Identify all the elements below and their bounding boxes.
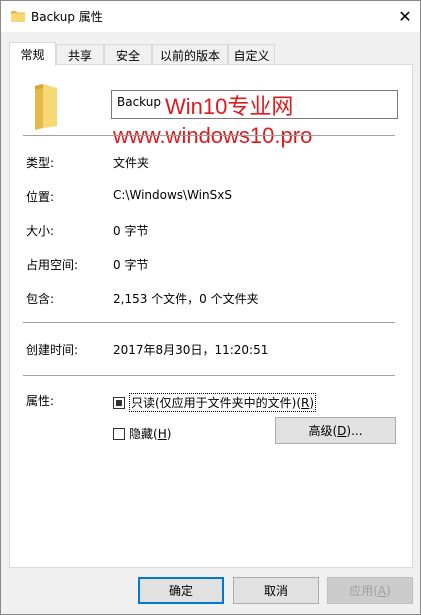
size-label: 大小: [26,224,55,238]
ok-button[interactable]: 确定 [138,577,224,604]
created-value: 2017年8月30日，11:20:51 [113,343,269,357]
divider [23,322,395,323]
advanced-button[interactable]: 高级(D)... [275,417,396,444]
hidden-checkbox[interactable]: 隐藏(H) [113,425,171,442]
attributes-label: 属性: [26,394,55,408]
contains-label: 包含: [26,292,55,306]
size-value: 0 字节 [113,224,149,238]
folder-icon [11,11,25,22]
tab-sharing[interactable]: 共享 [56,44,104,65]
apply-button[interactable]: 应用(A) [327,577,413,604]
tab-customize[interactable]: 自定义 [228,44,275,65]
watermark-url: www.windows10.pro [113,123,313,148]
tab-general[interactable]: 常规 [9,42,56,66]
contains-value: 2,153 个文件，0 个文件夹 [113,292,259,306]
location-label: 位置: [26,190,55,204]
divider [23,135,395,136]
type-value: 文件夹 [113,156,150,170]
tab-previous-versions[interactable]: 以前的版本 [152,44,228,65]
watermark-text: Win10专业网 [165,94,294,119]
general-panel: Backup Win10专业网 www.windows10.pro 类型: 文件… [9,64,413,568]
title-bar[interactable]: Backup 属性 ✕ [1,1,420,32]
readonly-checkbox[interactable]: 只读(仅应用于文件夹中的文件)(R) [113,393,317,412]
checkbox-unchecked-icon [113,427,125,440]
close-icon: ✕ [398,7,412,26]
divider [23,375,395,376]
size-on-disk-value: 0 字节 [113,258,149,272]
created-label: 创建时间: [26,343,79,357]
tab-security[interactable]: 安全 [104,44,152,65]
checkbox-indeterminate-icon [113,396,125,409]
window-title: Backup 属性 [31,10,103,24]
location-value: C:\Windows\WinSxS [113,188,232,202]
folder-icon [35,84,57,130]
properties-dialog: Backup 属性 ✕ 常规 共享 安全 以前的版本 自定义 Backup Wi… [0,0,421,615]
size-on-disk-label: 占用空间: [26,258,79,272]
cancel-button[interactable]: 取消 [233,577,319,604]
close-button[interactable]: ✕ [390,1,420,32]
type-label: 类型: [26,156,55,170]
